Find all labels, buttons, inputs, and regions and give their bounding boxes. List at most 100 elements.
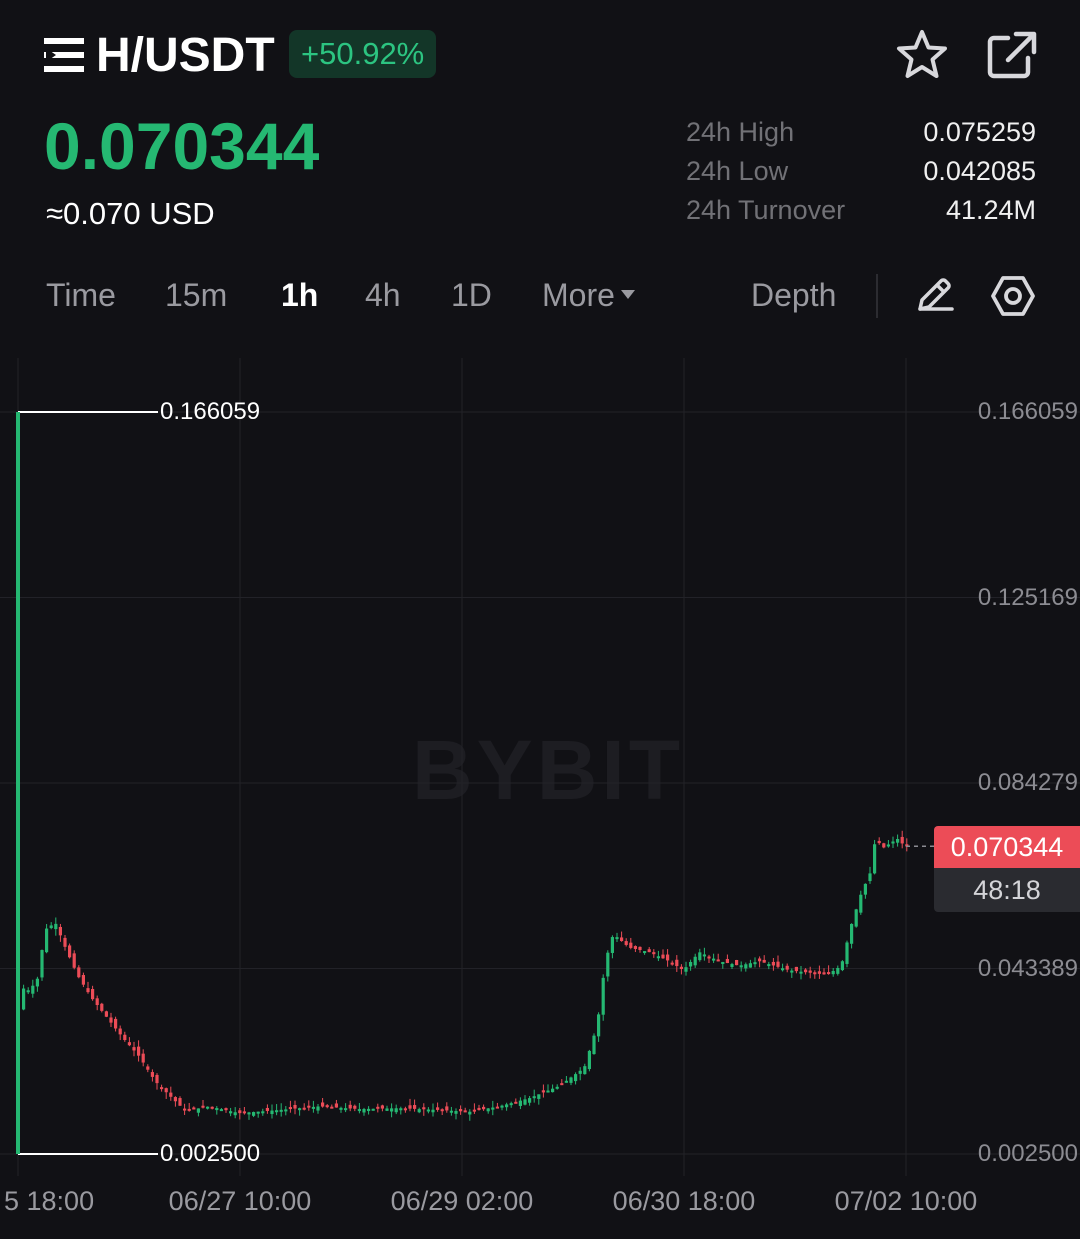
candle-body (564, 1080, 568, 1083)
candle-body (298, 1108, 302, 1111)
candle-body (666, 954, 670, 961)
candle-body (155, 1074, 159, 1084)
candle-body (587, 1050, 591, 1070)
candle-body (541, 1090, 545, 1093)
candle-body (569, 1077, 573, 1083)
candle-body (242, 1111, 246, 1114)
low-annotation-label: 0.002500 (160, 1140, 261, 1167)
candle-body (863, 883, 867, 895)
candle-body (77, 967, 81, 978)
tab-depth[interactable]: Depth (751, 268, 836, 322)
stat-row-high: 24h High 0.075259 (686, 116, 1036, 155)
candle-body (482, 1106, 486, 1110)
candle-body (873, 844, 877, 874)
candle-body (137, 1046, 141, 1056)
candle-body (840, 961, 844, 971)
candle-body (776, 961, 780, 967)
candle-body (169, 1092, 173, 1097)
caret-down-icon (620, 290, 635, 300)
candle-body (252, 1112, 256, 1116)
candle-body (817, 971, 821, 974)
candle-body (753, 962, 757, 965)
candlestick-chart[interactable]: BYBIT 0.166059 0.125169 0.084279 0.043389 0.… (0, 340, 1080, 1239)
candle-body (583, 1066, 587, 1075)
candle-body (173, 1097, 177, 1102)
candle-body (164, 1088, 168, 1093)
candle-body (735, 960, 739, 966)
candle-body (629, 942, 633, 948)
more-dropdown[interactable]: More (542, 268, 635, 322)
candle-body (367, 1108, 371, 1112)
star-icon[interactable] (894, 28, 950, 82)
tab-4h[interactable]: 4h (365, 268, 401, 322)
candle-body (495, 1106, 499, 1109)
candle-body (698, 952, 702, 961)
trading-pair[interactable]: H/USDT (96, 28, 275, 83)
candle-body (601, 977, 605, 1015)
settings-icon[interactable] (990, 273, 1036, 319)
candle-body (311, 1106, 315, 1109)
pencil-icon[interactable] (912, 273, 956, 317)
tab-1d[interactable]: 1D (451, 268, 492, 322)
last-price: 0.070344 (44, 109, 320, 183)
candle-body (68, 945, 72, 958)
candle-body (353, 1105, 357, 1109)
candle-body (551, 1088, 555, 1093)
candle-body (785, 965, 789, 970)
chart-canvas[interactable] (0, 340, 1080, 1239)
candle-body (459, 1109, 463, 1112)
stat-label: 24h Low (686, 156, 789, 186)
tab-15m[interactable]: 15m (165, 268, 227, 322)
candle-body (836, 967, 840, 974)
y-tick-label: 0.043389 (977, 954, 1078, 982)
candle-body (702, 954, 706, 957)
menu-icon[interactable] (44, 36, 86, 74)
share-icon[interactable] (986, 30, 1038, 80)
candle-body (362, 1108, 366, 1113)
candle-body (744, 964, 748, 969)
candle-body (762, 959, 766, 963)
tab-time[interactable]: Time (46, 268, 116, 322)
candle-body (201, 1105, 205, 1108)
tab-1h[interactable]: 1h (281, 268, 318, 322)
candle-body (748, 963, 752, 968)
timeframe-bar: Time 15m 1h 4h 1D More Depth (0, 268, 1080, 322)
candle-body (100, 1003, 104, 1011)
candle-body (183, 1108, 187, 1111)
candle-body (523, 1099, 527, 1105)
candle-body (284, 1109, 288, 1112)
candle-body (670, 962, 674, 965)
candle-body (238, 1110, 242, 1114)
candle-body (528, 1098, 532, 1103)
candle-body (827, 972, 831, 975)
candle-body (638, 946, 642, 951)
candle-body (449, 1110, 453, 1113)
candle-body (436, 1107, 440, 1110)
candle-body (403, 1108, 407, 1111)
candle-body (813, 972, 817, 975)
candle-body (472, 1109, 476, 1112)
candle-body (546, 1090, 550, 1093)
candle-body (831, 970, 835, 975)
candle-body (868, 873, 872, 882)
candle-body (661, 954, 665, 959)
candle-body (344, 1108, 348, 1111)
candle-body (178, 1098, 182, 1106)
candle-body (560, 1083, 564, 1086)
candle-body (886, 844, 890, 847)
candle-body (316, 1106, 320, 1111)
candle-body (114, 1018, 118, 1029)
candle-body (725, 958, 729, 964)
candle-body (739, 965, 743, 968)
candle-body (445, 1106, 449, 1111)
candle-body (633, 946, 637, 949)
candle-body (859, 894, 863, 913)
candle-body (334, 1103, 338, 1108)
candle-body (574, 1074, 578, 1082)
candle-body (72, 953, 76, 968)
x-tick-label: 5 18:00 (4, 1186, 95, 1216)
candle-body (509, 1103, 513, 1106)
candle-body (555, 1086, 559, 1089)
candle-body (40, 950, 44, 978)
candle-body (799, 971, 803, 974)
